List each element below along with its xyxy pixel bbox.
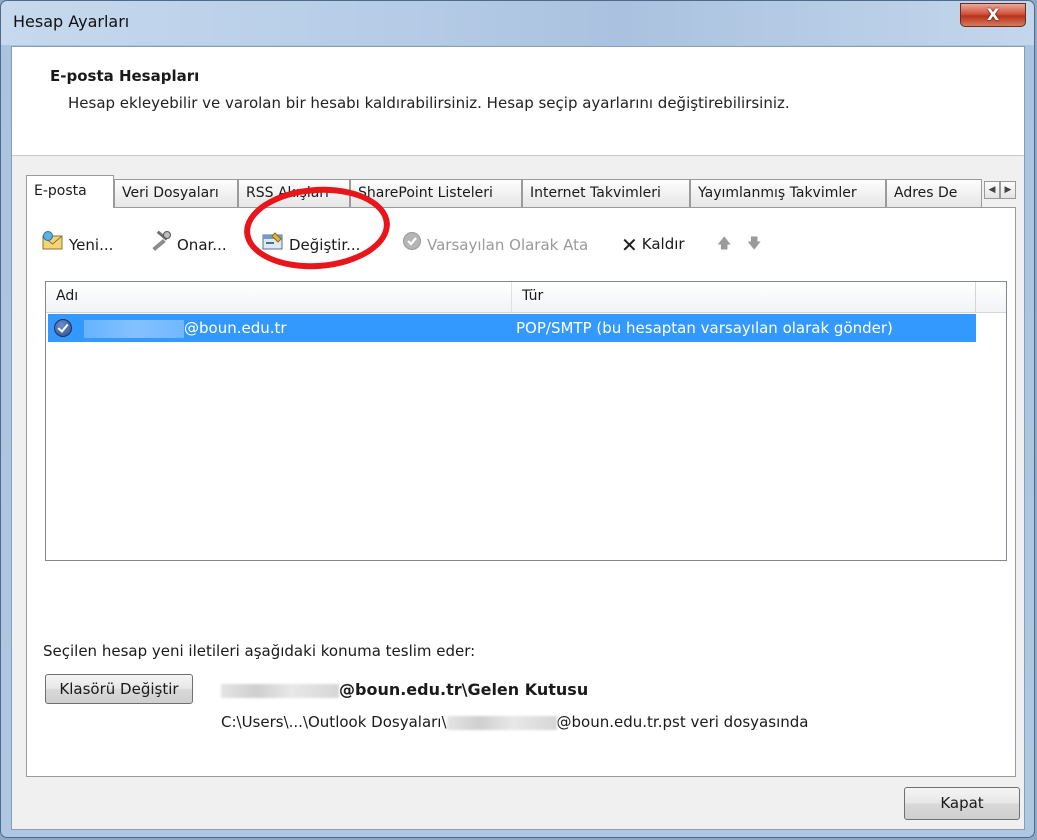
delivery-data-file: C:\Users\...\Outlook Dosyaları\ @boun.edu… <box>221 713 808 731</box>
window-close-button[interactable]: X <box>960 3 1026 27</box>
account-row[interactable]: @boun.edu.tr POP/SMTP (bu hesaptan varsa… <box>48 314 976 342</box>
column-header-name[interactable]: Adı <box>46 282 512 312</box>
tab-scroll-left-icon[interactable]: ◀ <box>984 181 1000 199</box>
set-default-label: Varsayılan Olarak Ata <box>427 236 589 254</box>
delivery-label: Seçilen hesap yeni iletileri aşağıdaki k… <box>43 642 476 660</box>
tab-sharepoint-lists[interactable]: SharePoint Listeleri <box>350 179 522 207</box>
dialog-client: E-posta Hesapları Hesap ekleyebilir ve v… <box>11 46 1025 830</box>
change-folder-button[interactable]: Klasörü Değiştir <box>45 674 193 704</box>
column-header-type[interactable]: Tür <box>512 282 976 312</box>
remove-account-button[interactable]: ✕ Kaldır <box>621 230 685 258</box>
tab-strip: E-posta Veri Dosyaları RSS Akışları Shar… <box>26 175 1016 208</box>
delivery-location: @boun.edu.tr\Gelen Kutusu <box>221 680 588 699</box>
email-tab-panel: Yeni... Onar... Değiştir... Varsayılan O… <box>26 207 1016 777</box>
data-file-path: C:\Users\...\Outlook Dosyaları\ <box>221 713 447 731</box>
set-default-button[interactable]: Varsayılan Olarak Ata <box>401 230 588 258</box>
account-settings-window: Hesap Ayarları X E-posta Hesapları Hesap… <box>0 0 1035 838</box>
delivery-location-text: @boun.edu.tr\Gelen Kutusu <box>339 680 589 699</box>
change-settings-icon <box>261 230 285 261</box>
tab-rss-feeds[interactable]: RSS Akışları <box>238 179 350 207</box>
account-list[interactable]: Adı Tür @boun.edu.tr POP/SMTP (bu hesapt… <box>45 281 1007 561</box>
account-list-header: Adı Tür <box>46 282 1006 313</box>
tab-address-books[interactable]: Adres De <box>886 179 982 207</box>
tab-data-files[interactable]: Veri Dosyaları <box>114 179 238 207</box>
repair-tools-icon <box>149 230 173 261</box>
tab-internet-calendars[interactable]: Internet Takvimleri <box>522 179 690 207</box>
window-title: Hesap Ayarları <box>13 12 130 31</box>
tab-published-calendars[interactable]: Yayımlanmış Takvimler <box>690 179 886 207</box>
title-bar[interactable]: Hesap Ayarları X <box>1 1 1034 45</box>
repair-account-button[interactable]: Onar... <box>149 230 227 258</box>
new-account-button[interactable]: Yeni... <box>41 230 113 258</box>
new-mail-icon <box>41 230 65 261</box>
account-type: POP/SMTP (bu hesaptan varsayılan olarak … <box>516 319 893 337</box>
default-account-check-icon <box>54 319 72 337</box>
move-down-icon[interactable]: 🡇 <box>747 230 761 258</box>
account-toolbar: Yeni... Onar... Değiştir... Varsayılan O… <box>41 230 1001 260</box>
dialog-header: E-posta Hesapları Hesap ekleyebilir ve v… <box>12 47 1024 156</box>
redacted-username <box>446 715 557 730</box>
account-domain: @boun.edu.tr <box>184 319 287 337</box>
new-account-label: Yeni... <box>69 236 114 254</box>
change-account-label: Değiştir... <box>289 236 361 254</box>
remove-account-label: Kaldır <box>641 235 685 253</box>
close-dialog-button[interactable]: Kapat <box>904 787 1020 820</box>
redacted-username <box>84 319 184 338</box>
remove-x-icon: ✕ <box>621 232 638 257</box>
tab-scroll-right-icon[interactable]: ▶ <box>1000 181 1016 199</box>
default-check-icon <box>401 230 423 261</box>
header-title: E-posta Hesapları <box>50 67 200 85</box>
change-account-button[interactable]: Değiştir... <box>261 230 360 258</box>
header-description: Hesap ekleyebilir ve varolan bir hesabı … <box>68 94 790 112</box>
redacted-username <box>221 683 339 698</box>
data-file-name: @boun.edu.tr.pst veri dosyasında <box>556 713 809 731</box>
tab-email[interactable]: E-posta <box>26 175 114 208</box>
repair-account-label: Onar... <box>177 236 227 254</box>
move-up-icon[interactable]: 🡅 <box>717 230 731 258</box>
account-name: @boun.edu.tr <box>84 314 287 342</box>
